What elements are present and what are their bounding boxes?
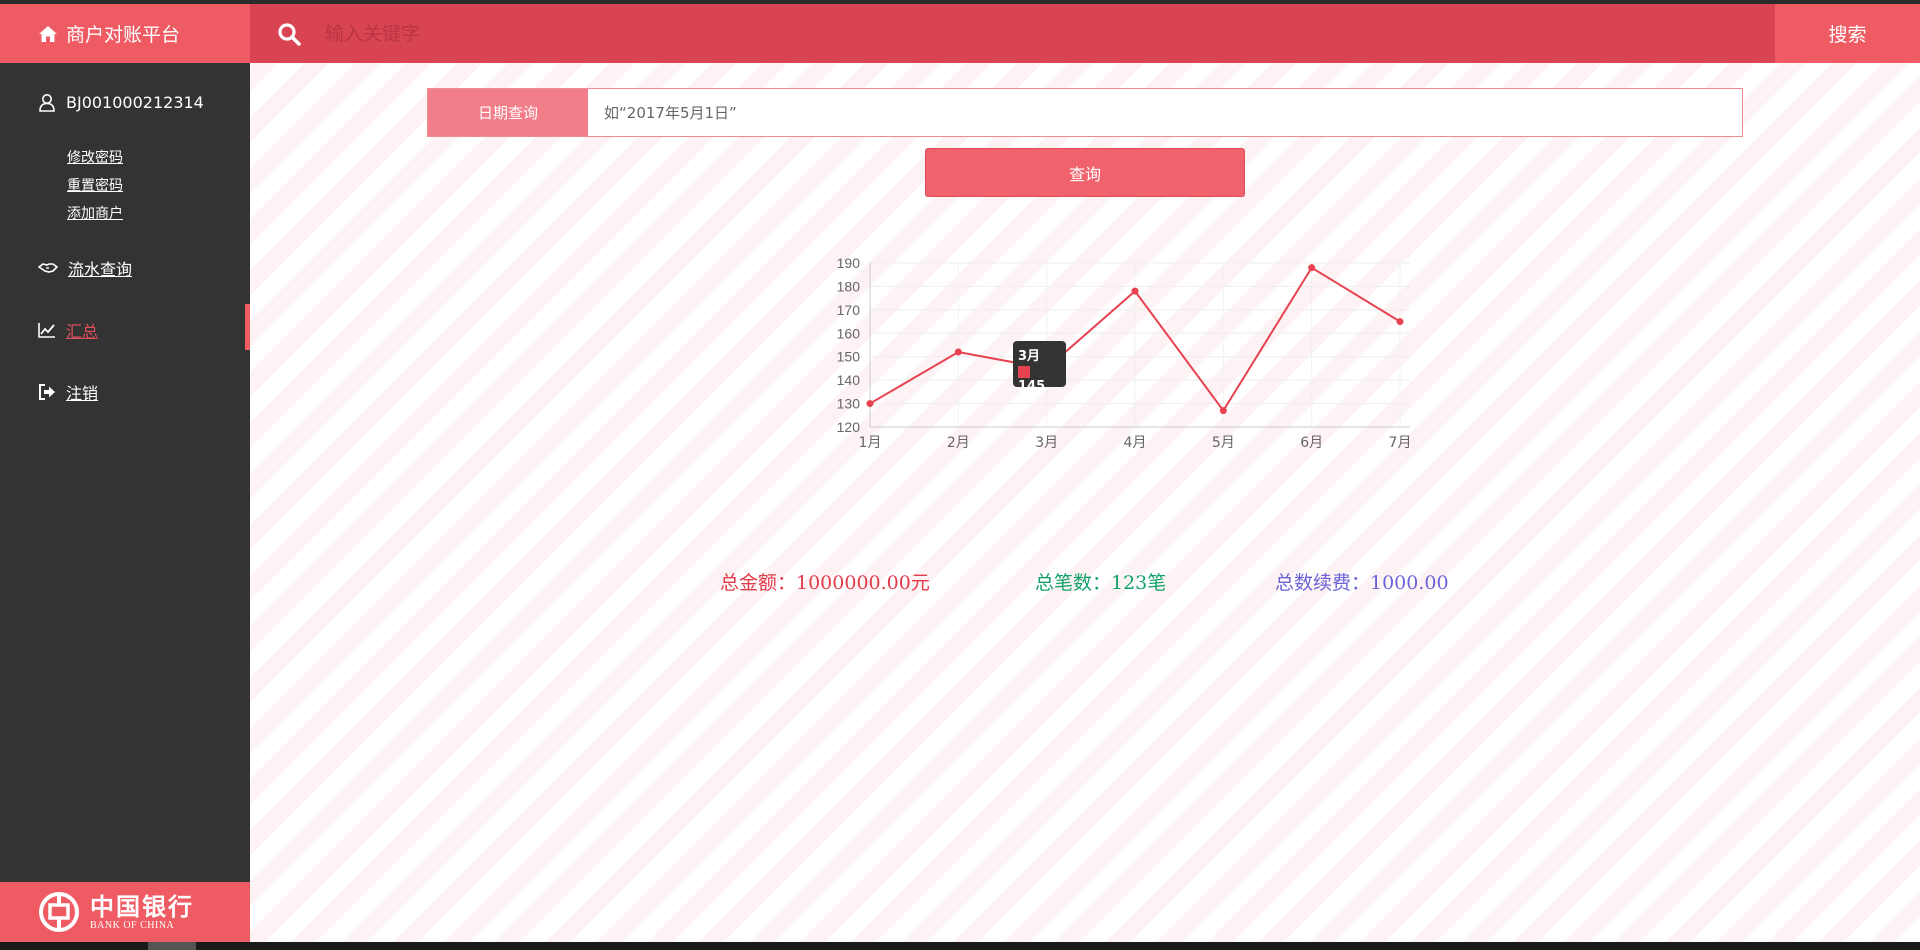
main-content: 日期查询 查询 120 130 140 150 160 170 180 190 1月 2月 3月 4月… — [250, 63, 1920, 942]
tooltip-row: 145 — [1018, 364, 1061, 394]
x-tick-label: 4月 — [1124, 435, 1147, 451]
change-password-link[interactable]: 修改密码 — [67, 147, 123, 167]
tooltip-title: 3月 — [1018, 349, 1041, 364]
bank-name-cn: 中国银行 — [90, 891, 194, 921]
reset-password-link[interactable]: 重置密码 — [67, 175, 123, 195]
search-icon[interactable] — [277, 22, 301, 46]
handshake-icon — [38, 263, 58, 273]
sidebar-item-summary[interactable]: 汇总 — [38, 318, 98, 342]
bank-logo-area: 中国银行 BANK OF CHINA — [0, 882, 250, 942]
sidebar-item-label: 流水查询 — [68, 260, 133, 279]
y-tick-label: 150 — [837, 349, 861, 365]
home-icon — [39, 25, 57, 42]
data-point — [1396, 318, 1404, 326]
query-button[interactable]: 查询 — [925, 148, 1245, 197]
x-tick-label: 1月 — [859, 435, 882, 451]
data-point — [866, 400, 874, 408]
tooltip-value: 145 — [1018, 379, 1046, 394]
sign-out-icon — [39, 384, 55, 400]
data-point — [1219, 407, 1227, 415]
summary-line-chart: 120 130 140 150 160 170 180 190 1月 2月 3月 4月 5月 6月 7月 — [837, 255, 1412, 451]
sidebar-item-logout[interactable]: 注销 — [38, 380, 98, 404]
taskbar-tab[interactable] — [148, 942, 196, 950]
search-area — [250, 4, 1775, 63]
user-account: BJ001000212314 — [38, 93, 204, 112]
line-chart-icon — [38, 323, 55, 338]
x-tick-label: 3月 — [1035, 435, 1058, 451]
brand-title: 商户对账平台 — [66, 24, 181, 46]
bank-name: 中国银行 BANK OF CHINA — [90, 891, 194, 931]
total-fee: 总数续费：1000.00 — [1275, 572, 1449, 594]
tooltip-swatch — [1018, 365, 1030, 378]
data-point — [1131, 287, 1139, 295]
sidebar: BJ001000212314 修改密码 重置密码 添加商户 流水查询 汇总 注销 — [0, 63, 250, 882]
y-tick-label: 190 — [837, 255, 861, 271]
total-count: 总笔数：123笔 — [1035, 572, 1167, 594]
y-tick-label: 120 — [837, 419, 861, 435]
search-input[interactable] — [325, 22, 1625, 45]
sidebar-item-label: 汇总 — [66, 322, 99, 341]
x-tick-label: 7月 — [1389, 435, 1412, 451]
taskbar — [0, 942, 1920, 950]
sidebar-item-label: 注销 — [66, 384, 99, 403]
date-input[interactable] — [588, 89, 1742, 136]
search-button[interactable]: 搜索 — [1775, 4, 1920, 63]
data-point — [1308, 264, 1316, 272]
bank-of-china-logo — [39, 892, 79, 932]
x-tick-label: 5月 — [1212, 435, 1235, 451]
y-tick-label: 130 — [837, 396, 861, 412]
sidebar-item-transaction-query[interactable]: 流水查询 — [38, 256, 132, 280]
date-query-label: 日期查询 — [428, 89, 588, 136]
data-point — [954, 348, 962, 356]
x-tick-label: 2月 — [947, 435, 970, 451]
brand[interactable]: 商户对账平台 — [0, 4, 250, 63]
chart-tooltip: 3月 145 — [1013, 341, 1066, 394]
y-tick-label: 140 — [837, 372, 861, 388]
bank-name-en: BANK OF CHINA — [90, 919, 175, 931]
y-tick-label: 170 — [837, 302, 861, 318]
total-amount: 总金额：1000000.00元 — [720, 572, 930, 594]
y-tick-label: 160 — [837, 325, 861, 341]
x-tick-label: 6月 — [1300, 435, 1323, 451]
user-icon — [39, 94, 55, 112]
user-id: BJ001000212314 — [66, 93, 204, 112]
date-query-group: 日期查询 — [427, 88, 1743, 137]
add-merchant-link[interactable]: 添加商户 — [67, 203, 123, 223]
top-header: 商户对账平台 搜索 — [0, 4, 1920, 63]
y-tick-label: 180 — [837, 278, 861, 294]
